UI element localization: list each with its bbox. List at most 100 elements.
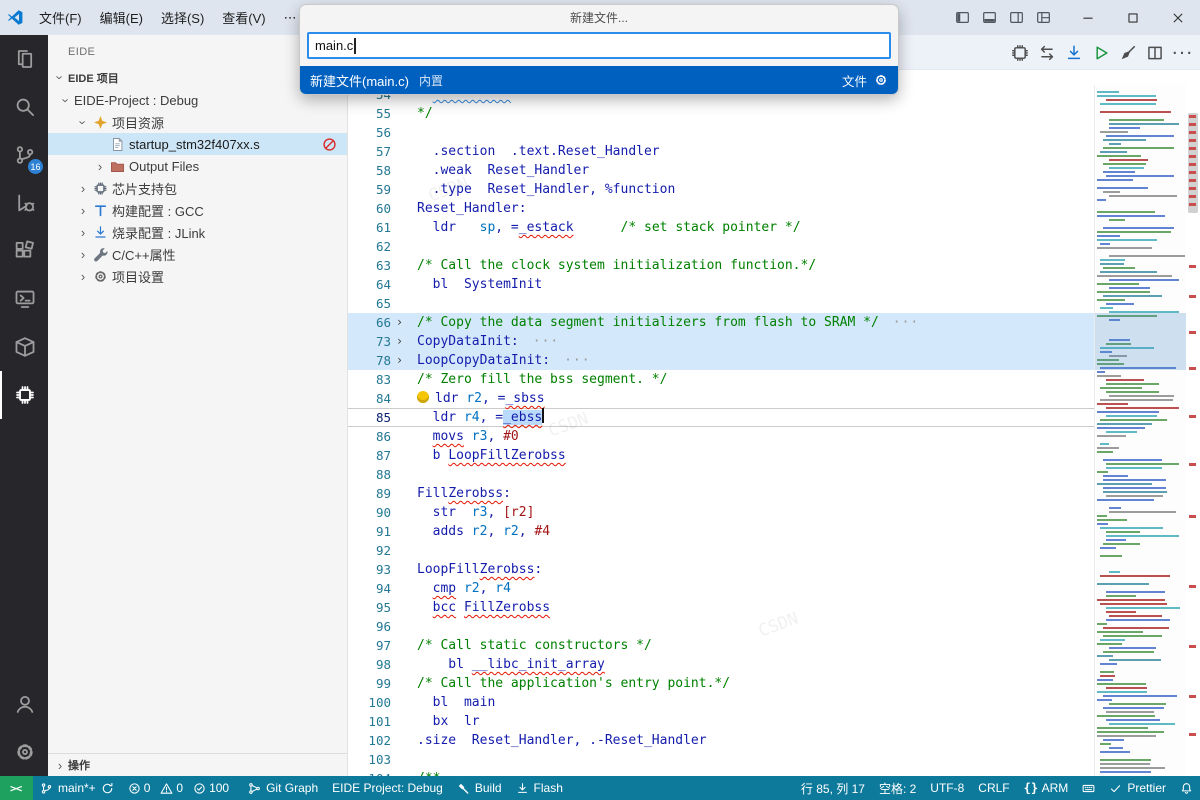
toggle-sidebar-right-icon[interactable] bbox=[1009, 10, 1024, 25]
code-line-92[interactable]: 92 bbox=[348, 541, 1200, 560]
lightbulb-icon[interactable] bbox=[417, 391, 429, 403]
code-line-56[interactable]: 56 bbox=[348, 123, 1200, 142]
suggestion-action[interactable]: 文件 bbox=[842, 71, 867, 90]
status-cursor-position[interactable]: 行 85, 列 17 bbox=[794, 776, 872, 800]
filename-input[interactable]: main.c bbox=[307, 32, 891, 59]
menu-selection[interactable]: 选择(S) bbox=[152, 0, 213, 35]
status-remote[interactable]: >< bbox=[0, 776, 33, 800]
code-line-64[interactable]: 64 bl SystemInit bbox=[348, 275, 1200, 294]
code-line-101[interactable]: 101 bx lr bbox=[348, 712, 1200, 731]
status-build[interactable]: Build bbox=[450, 776, 509, 800]
split-editor-icon[interactable] bbox=[1145, 43, 1165, 63]
status-git-branch[interactable]: main*+ bbox=[33, 776, 121, 800]
code-line-103[interactable]: 103 bbox=[348, 750, 1200, 769]
code-line-87[interactable]: 87 b LoopFillZerobss bbox=[348, 446, 1200, 465]
tree-item-build-config[interactable]: ›构建配置 : GCC bbox=[48, 199, 347, 221]
code-line-100[interactable]: 100 bl main bbox=[348, 693, 1200, 712]
status-encoding[interactable]: UTF-8 bbox=[923, 776, 971, 800]
code-line-98[interactable]: 98 bl __libc_init_array bbox=[348, 655, 1200, 674]
code-line-102[interactable]: 102.size Reset_Handler, .-Reset_Handler bbox=[348, 731, 1200, 750]
status-git-graph[interactable]: Git Graph bbox=[241, 776, 325, 800]
activity-accounts[interactable] bbox=[0, 680, 48, 728]
code-line-104[interactable]: 104/** bbox=[348, 769, 1200, 776]
status-flash[interactable]: Flash bbox=[509, 776, 570, 800]
clean-icon[interactable] bbox=[1118, 43, 1138, 63]
activity-extensions[interactable] bbox=[0, 227, 48, 275]
code-editor[interactable]: 54 xxxxxxxxxx55*/5657 .section .text.Res… bbox=[348, 85, 1200, 776]
code-line-59[interactable]: 59 .type Reset_Handler, %function bbox=[348, 180, 1200, 199]
fold-collapsed-icon[interactable]: › bbox=[391, 351, 408, 370]
status-notifications[interactable] bbox=[1173, 776, 1200, 800]
status-indentation[interactable]: 空格: 2 bbox=[872, 776, 923, 800]
code-line-60[interactable]: 60Reset_Handler: bbox=[348, 199, 1200, 218]
close-button[interactable] bbox=[1155, 0, 1200, 35]
code-line-91[interactable]: 91 adds r2, r2, #4 bbox=[348, 522, 1200, 541]
code-line-95[interactable]: 95 bcc FillZerobss bbox=[348, 598, 1200, 617]
customize-layout-icon[interactable] bbox=[1036, 10, 1051, 25]
code-line-66[interactable]: 66›/* Copy the data segment initializers… bbox=[348, 313, 1200, 332]
code-line-73[interactable]: 73›CopyDataInit:··· bbox=[348, 332, 1200, 351]
minimize-button[interactable] bbox=[1065, 0, 1110, 35]
activity-remote-explorer[interactable] bbox=[0, 275, 48, 323]
activity-eide[interactable] bbox=[0, 371, 48, 419]
program-chip-icon[interactable] bbox=[1010, 43, 1030, 63]
code-line-57[interactable]: 57 .section .text.Reset_Handler bbox=[348, 142, 1200, 161]
activity-search[interactable] bbox=[0, 83, 48, 131]
code-line-86[interactable]: 86 movs r3, #0 bbox=[348, 427, 1200, 446]
folded-ellipsis[interactable]: ··· bbox=[533, 332, 559, 351]
folded-ellipsis[interactable]: ··· bbox=[564, 351, 590, 370]
tree-item-file-startup[interactable]: startup_stm32f407xx.s bbox=[48, 133, 347, 155]
more-actions-icon[interactable]: ··· bbox=[1172, 43, 1192, 63]
status-eol[interactable]: CRLF bbox=[971, 776, 1016, 800]
code-line-96[interactable]: 96 bbox=[348, 617, 1200, 636]
tree-item-flash-config[interactable]: ›烧录配置 : JLink bbox=[48, 221, 347, 243]
toggle-sidebar-left-icon[interactable] bbox=[955, 10, 970, 25]
tree-item-project-settings[interactable]: ›项目设置 bbox=[48, 265, 347, 287]
tree-item-cpp-properties[interactable]: ›C/C++属性 bbox=[48, 243, 347, 265]
code-line-58[interactable]: 58 .weak Reset_Handler bbox=[348, 161, 1200, 180]
status-problems[interactable]: 00100 bbox=[121, 776, 241, 800]
code-line-65[interactable]: 65 bbox=[348, 294, 1200, 313]
maximize-button[interactable] bbox=[1110, 0, 1155, 35]
activity-explorer[interactable] bbox=[0, 35, 48, 83]
code-line-99[interactable]: 99/* Call the application's entry point.… bbox=[348, 674, 1200, 693]
status-language-mode[interactable]: {}ARM bbox=[1017, 776, 1076, 800]
build-run-icon[interactable] bbox=[1091, 43, 1111, 63]
code-line-83[interactable]: 83/* Zero fill the bss segment. */ bbox=[348, 370, 1200, 389]
status-formatter[interactable]: Prettier bbox=[1102, 776, 1173, 800]
tree-item-output-files[interactable]: ›Output Files bbox=[48, 155, 347, 177]
code-line-55[interactable]: 55*/ bbox=[348, 104, 1200, 123]
status-keyboard-layout[interactable] bbox=[1075, 776, 1102, 800]
section-operations[interactable]: › 操作 bbox=[48, 753, 347, 776]
menu-file[interactable]: 文件(F) bbox=[30, 0, 91, 35]
code-line-84[interactable]: 84ldr r2, =_sbss bbox=[348, 389, 1200, 408]
code-line-94[interactable]: 94 cmp r2, r4 bbox=[348, 579, 1200, 598]
activity-manage[interactable] bbox=[0, 728, 48, 776]
code-line-89[interactable]: 89FillZerobss: bbox=[348, 484, 1200, 503]
folded-ellipsis[interactable]: ··· bbox=[893, 313, 919, 332]
activity-containers[interactable] bbox=[0, 323, 48, 371]
suggestion-new-file[interactable]: 新建文件(main.c) 内置 文件 bbox=[300, 66, 898, 94]
activity-run-and-debug[interactable] bbox=[0, 179, 48, 227]
code-line-88[interactable]: 88 bbox=[348, 465, 1200, 484]
code-line-90[interactable]: 90 str r3, [r2] bbox=[348, 503, 1200, 522]
code-line-97[interactable]: 97/* Call static constructors */ bbox=[348, 636, 1200, 655]
code-line-93[interactable]: 93LoopFillZerobss: bbox=[348, 560, 1200, 579]
compare-icon[interactable] bbox=[1037, 43, 1057, 63]
code-line-85[interactable]: 85 ldr r4, =_ebss bbox=[348, 408, 1200, 427]
menu-view[interactable]: 查看(V) bbox=[213, 0, 274, 35]
menu-edit[interactable]: 编辑(E) bbox=[91, 0, 152, 35]
fold-collapsed-icon[interactable]: › bbox=[391, 332, 408, 351]
code-line-62[interactable]: 62 bbox=[348, 237, 1200, 256]
tree-item-chip-support-package[interactable]: ›芯片支持包 bbox=[48, 177, 347, 199]
fold-collapsed-icon[interactable]: › bbox=[391, 313, 408, 332]
code-line-61[interactable]: 61 ldr sp, =_estack /* set stack pointer… bbox=[348, 218, 1200, 237]
activity-source-control[interactable]: 16 bbox=[0, 131, 48, 179]
flash-download-icon[interactable] bbox=[1064, 43, 1084, 63]
toggle-panel-icon[interactable] bbox=[982, 10, 997, 25]
scrollbar[interactable] bbox=[1186, 85, 1200, 776]
code-line-63[interactable]: 63/* Call the clock system initializatio… bbox=[348, 256, 1200, 275]
tree-item-project-resources[interactable]: ›项目资源 bbox=[48, 111, 347, 133]
configure-gear-icon[interactable] bbox=[874, 73, 888, 87]
minimap[interactable] bbox=[1094, 85, 1186, 776]
